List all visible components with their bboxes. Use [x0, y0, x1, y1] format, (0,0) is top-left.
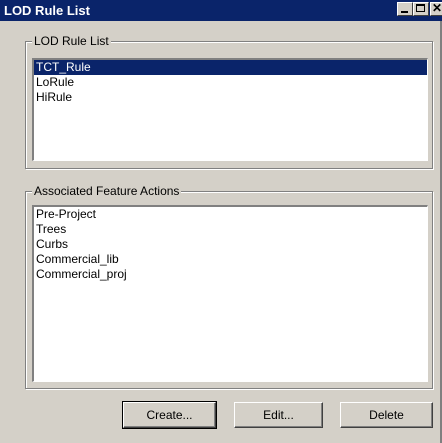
maximize-button[interactable] [413, 2, 429, 16]
window-title: LOD Rule List [4, 3, 90, 18]
actions-listbox[interactable]: Pre-Project Trees Curbs Commercial_lib C… [32, 205, 428, 382]
minimize-button[interactable] [397, 2, 413, 16]
close-icon: ✕ [432, 1, 442, 15]
rule-listbox[interactable]: TCT_Rule LoRule HiRule [32, 58, 428, 161]
rule-list-legend: LOD Rule List [32, 34, 111, 48]
rule-list-group: LOD Rule List TCT_Rule LoRule HiRule [25, 34, 433, 169]
actions-group: Associated Feature Actions Pre-Project T… [25, 184, 433, 389]
minimize-icon [401, 11, 408, 13]
action-item-trees[interactable]: Trees [34, 222, 427, 237]
action-item-pre-project[interactable]: Pre-Project [34, 207, 427, 222]
action-item-commercial-lib[interactable]: Commercial_lib [34, 252, 427, 267]
rule-item-tct[interactable]: TCT_Rule [34, 60, 427, 75]
delete-button[interactable]: Delete [340, 402, 433, 428]
actions-legend: Associated Feature Actions [32, 184, 182, 198]
close-button[interactable]: ✕ [430, 1, 442, 16]
action-item-commercial-proj[interactable]: Commercial_proj [34, 267, 427, 282]
rule-item-hirule[interactable]: HiRule [34, 90, 427, 105]
maximize-icon [416, 4, 425, 12]
title-bar: LOD Rule List ✕ [0, 0, 442, 21]
create-button[interactable]: Create... [122, 401, 217, 429]
edit-button[interactable]: Edit... [234, 402, 323, 428]
rule-item-lorule[interactable]: LoRule [34, 75, 427, 90]
action-item-curbs[interactable]: Curbs [34, 237, 427, 252]
